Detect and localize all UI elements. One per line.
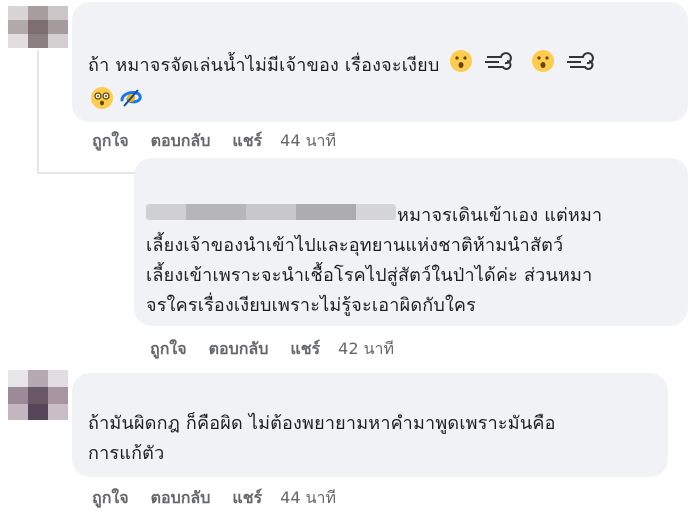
- comment-actions: ถูกใจ ตอบกลับ แชร์ 42 นาที: [150, 336, 394, 362]
- comment-text: เลี้ยงเข้าเพราะจะนำเชื้อโรคไปสู่สัตว์ในป…: [146, 265, 593, 286]
- share-link[interactable]: แชร์: [232, 486, 262, 511]
- comment-text: ถ้า หมาจรจัดเล่นน้ำไม่มีเจ้าของ เรื่องจะ…: [88, 55, 440, 76]
- dashing-away-icon: [483, 49, 513, 83]
- comment-bubble: หมาจรเดินเข้าเอง แต่หมา เลี้ยงเจ้าของนำเ…: [134, 158, 688, 326]
- reply-link[interactable]: ตอบกลับ: [209, 337, 269, 362]
- comment-text: เลี้ยงเจ้าของนำเข้าไปและอุทยานแห่งชาติห้…: [146, 235, 564, 256]
- comment-text: การแก้ตัว: [88, 443, 165, 464]
- comment-text: ถ้ามันผิดกฎ ก็คือผิด ไม่ต้องพยายามหาคำมา…: [88, 413, 556, 434]
- comment-bubble: ถ้ามันผิดกฎ ก็คือผิด ไม่ต้องพยายามหาคำมา…: [72, 373, 668, 477]
- hushed-face-icon: [531, 49, 555, 83]
- author-name[interactable]: [88, 16, 338, 32]
- share-link[interactable]: แชร์: [232, 129, 262, 154]
- author-name[interactable]: [108, 385, 298, 401]
- dashing-away-icon: [565, 49, 595, 83]
- comment-actions: ถูกใจ ตอบกลับ แชร์ 44 นาที: [92, 128, 336, 154]
- dizzy-symbol-icon: [118, 86, 144, 114]
- comment-bubble: ถ้า หมาจรจัดเล่นน้ำไม่มีเจ้าของ เรื่องจะ…: [72, 2, 688, 122]
- dizzy-face-icon: [90, 86, 114, 114]
- comment-actions: ถูกใจ ตอบกลับ แชร์ 44 นาที: [92, 485, 336, 511]
- reply-link[interactable]: ตอบกลับ: [151, 129, 211, 154]
- avatar[interactable]: [8, 370, 68, 420]
- thread-line: [37, 50, 39, 174]
- hushed-face-icon: [449, 49, 473, 83]
- timestamp[interactable]: 44 นาที: [280, 486, 336, 511]
- reply-link[interactable]: ตอบกลับ: [151, 486, 211, 511]
- like-link[interactable]: ถูกใจ: [92, 129, 129, 154]
- comment-text: หมาจรเดินเข้าเอง แต่หมา: [397, 205, 603, 226]
- comment-text: จรใครเรื่องเงียบเพราะไม่รู้จะเอาผิดกับใค…: [146, 295, 477, 316]
- like-link[interactable]: ถูกใจ: [150, 337, 187, 362]
- like-link[interactable]: ถูกใจ: [92, 486, 129, 511]
- avatar[interactable]: [8, 6, 68, 48]
- timestamp[interactable]: 42 นาที: [338, 337, 394, 362]
- share-link[interactable]: แชร์: [290, 337, 320, 362]
- timestamp[interactable]: 44 นาที: [280, 129, 336, 154]
- author-name[interactable]: [146, 176, 258, 192]
